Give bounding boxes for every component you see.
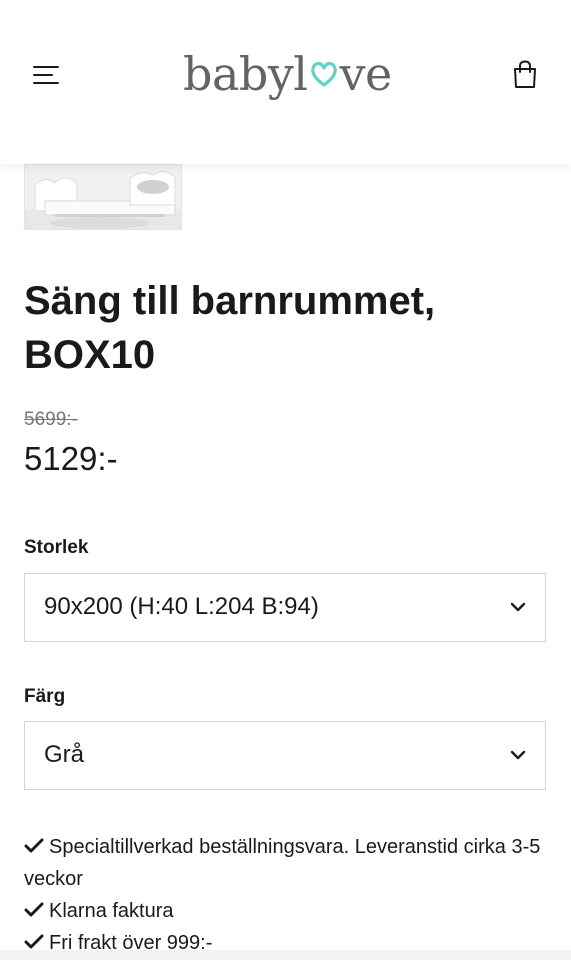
- current-price: 5129:-: [24, 440, 118, 477]
- shopping-bag-icon[interactable]: [512, 60, 538, 90]
- size-select[interactable]: 90x200 (H:40 L:204 B:94): [24, 573, 546, 642]
- feature-item: Klarna faktura: [24, 895, 546, 927]
- size-label: Storlek: [24, 537, 89, 558]
- color-select-value: Grå: [44, 741, 85, 768]
- checkmark-icon: [24, 934, 44, 949]
- chevron-down-icon: [510, 602, 526, 612]
- checkmark-icon: [24, 902, 44, 917]
- color-select[interactable]: Grå: [24, 721, 546, 790]
- logo-text-right: ve: [339, 47, 393, 101]
- feature-text: Klarna faktura: [49, 900, 174, 922]
- hamburger-menu-icon: [33, 82, 59, 84]
- logo-text-left: babyl: [183, 47, 308, 101]
- menu-button[interactable]: [33, 64, 61, 86]
- babylove-logo[interactable]: babyl ve: [183, 44, 392, 104]
- color-label: Färg: [24, 686, 66, 707]
- size-select-value: 90x200 (H:40 L:204 B:94): [44, 593, 319, 620]
- site-header: babyl ve: [0, 0, 571, 164]
- hamburger-menu-icon: [33, 74, 53, 76]
- heart-logo-icon: [310, 61, 337, 87]
- old-price: 5699:-: [24, 409, 78, 430]
- chevron-down-icon: [510, 750, 526, 760]
- product-thumbnail[interactable]: [24, 164, 182, 230]
- feature-list: Specialtillverkad beställningsvara. Leve…: [24, 831, 546, 959]
- product-title: Säng till barnrummet, BOX10: [24, 279, 436, 377]
- hamburger-menu-icon: [33, 66, 59, 68]
- checkmark-icon: [24, 838, 44, 853]
- bottom-bar: [0, 950, 571, 960]
- feature-text: Specialtillverkad beställningsvara. Leve…: [24, 836, 541, 890]
- bed-image: [25, 165, 181, 229]
- feature-item: Specialtillverkad beställningsvara. Leve…: [24, 831, 546, 895]
